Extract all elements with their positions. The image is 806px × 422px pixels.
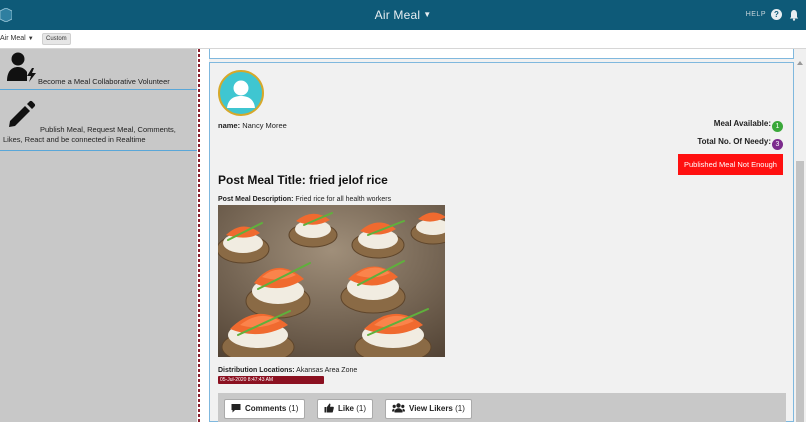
post-action-bar: Comments (1) Like (1) View Likers (1) xyxy=(218,393,786,422)
desc-value: Fried rice for all health workers xyxy=(295,196,392,203)
chevron-down-icon: ▼ xyxy=(423,10,432,19)
question-icon[interactable]: ? xyxy=(771,9,782,20)
sidebar: Become a Meal Collaborative Volunteer Pu… xyxy=(0,49,197,422)
meal-photo-art xyxy=(218,205,445,357)
bell-icon[interactable] xyxy=(788,9,800,21)
app-title[interactable]: Air Meal ▼ xyxy=(0,8,806,22)
user-bolt-icon xyxy=(7,52,36,82)
view-likers-count: (1) xyxy=(455,404,465,413)
view-likers-button[interactable]: View Likers (1) xyxy=(385,399,472,419)
needy-count: 3 xyxy=(772,139,783,150)
dist-value: Akansas Area Zone xyxy=(296,367,358,374)
meal-photo[interactable] xyxy=(218,205,445,357)
total-needy: Total No. Of Needy: 3 xyxy=(697,137,783,150)
meal-available-label: Meal Available: xyxy=(713,119,771,128)
meal-available-count: 1 xyxy=(772,121,783,132)
comment-icon xyxy=(231,404,241,413)
previous-post-card xyxy=(209,49,794,59)
dist-label: Distribution Locations: xyxy=(218,367,295,374)
thumbs-up-icon xyxy=(324,403,334,413)
app-switcher-label: Air Meal xyxy=(0,35,26,42)
status-badge: Published Meal Not Enough xyxy=(678,154,783,175)
view-likers-label: View Likers xyxy=(409,404,453,413)
like-count: (1) xyxy=(356,404,367,413)
scrollbar[interactable] xyxy=(794,49,806,422)
sidebar-item-label: Become a Meal Collaborative Volunteer xyxy=(38,77,170,86)
app-title-text: Air Meal xyxy=(374,8,421,22)
post-title: Post Meal Title: fried jelof rice xyxy=(218,173,388,187)
like-button[interactable]: Like (1) xyxy=(317,399,374,419)
sidebar-item-publish[interactable]: Publish Meal, Request Meal, Comments, Li… xyxy=(0,91,197,151)
comments-label: Comments xyxy=(245,404,287,413)
feed-panel: name: Nancy Moree Meal Available: 1 Total… xyxy=(209,49,794,422)
like-label: Like xyxy=(338,404,355,413)
custom-badge[interactable]: Custom xyxy=(42,33,71,45)
comments-count: (1) xyxy=(288,404,299,413)
post-description: Post Meal Description: Fried rice for al… xyxy=(218,196,391,203)
meal-post-card: name: Nancy Moree Meal Available: 1 Total… xyxy=(209,62,794,422)
distribution-locations: Distribution Locations: Akansas Area Zon… xyxy=(218,367,357,374)
user-avatar-icon xyxy=(227,80,255,108)
name-label: name: xyxy=(218,121,241,130)
name-value: Nancy Moree xyxy=(242,121,287,130)
chevron-down-icon: ▼ xyxy=(27,36,34,42)
needy-label: Total No. Of Needy: xyxy=(697,137,771,146)
app-header: Air Meal ▼ HELP ? xyxy=(0,0,806,30)
post-date-badge: 05-Jul-2020 8:47:43 AM xyxy=(218,376,324,384)
help-link[interactable]: HELP xyxy=(746,11,766,18)
sidebar-item-volunteer[interactable]: Become a Meal Collaborative Volunteer xyxy=(0,49,197,90)
desc-label: Post Meal Description: xyxy=(218,196,294,203)
avatar[interactable] xyxy=(218,70,264,116)
app-subbar: Air Meal ▼ Custom xyxy=(0,30,806,49)
poster-name: name: Nancy Moree xyxy=(218,121,287,130)
scroll-up-icon[interactable] xyxy=(797,61,803,65)
comments-button[interactable]: Comments (1) xyxy=(224,399,306,419)
gutter xyxy=(201,49,209,422)
app-switcher[interactable]: Air Meal ▼ xyxy=(0,35,34,42)
users-icon xyxy=(392,403,405,413)
scrollbar-thumb[interactable] xyxy=(796,161,804,422)
meal-available: Meal Available: 1 xyxy=(714,119,783,132)
panel-divider[interactable] xyxy=(198,49,200,422)
sidebar-item-label: Publish Meal, Request Meal, Comments, Li… xyxy=(3,125,176,144)
